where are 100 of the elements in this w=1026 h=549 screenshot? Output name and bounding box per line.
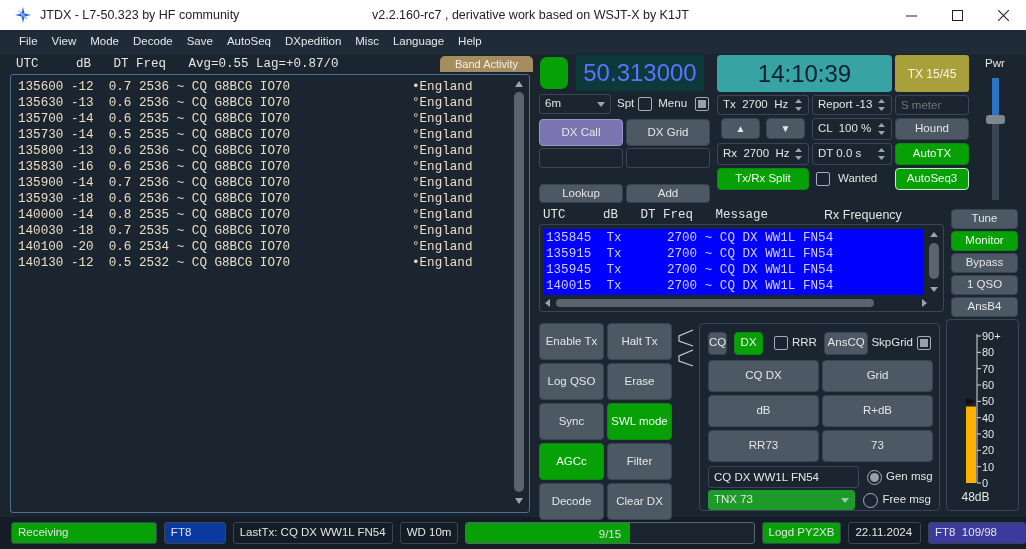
dx-button[interactable]: DX Call [539, 119, 623, 146]
message-button[interactable]: 73 [822, 430, 933, 462]
checkbox[interactable]: Spt [617, 95, 653, 113]
message-row[interactable]: 135915 Tx 2700 ~ CQ DX WW1L FN54 [546, 246, 924, 262]
country-name: °England [412, 239, 473, 255]
s-meter-field[interactable]: S meter [895, 95, 969, 115]
auto-seq-button[interactable]: AutoSeq3 [895, 168, 969, 190]
dx-button[interactable]: DX Grid [626, 119, 710, 146]
message-row[interactable]: 135945 Tx 2700 ~ CQ DX WW1L FN54 [546, 262, 924, 278]
button[interactable]: Add [626, 184, 710, 203]
button[interactable]: AGCc [539, 443, 604, 480]
skip-grid-checkbox[interactable]: SkpGrid [871, 334, 931, 352]
decode-message[interactable]: 140100 -20 0.6 2534 ~ CQ G8BCG IO70 [18, 239, 412, 255]
message-button[interactable]: Grid [822, 360, 933, 392]
decode-message[interactable]: 135730 -14 0.5 2535 ~ CQ G8BCG IO70 [18, 127, 412, 143]
menu-item[interactable]: File [12, 33, 45, 51]
button[interactable]: Enable Tx [539, 323, 604, 360]
tx-frequency-spinbox[interactable]: Tx 2700 Hz [717, 95, 809, 115]
decode-message[interactable]: 140000 -14 0.8 2535 ~ CQ G8BCG IO70 [18, 207, 412, 223]
button[interactable]: Log QSO [539, 363, 604, 400]
button[interactable]: Decode [539, 483, 604, 520]
button[interactable]: Clear DX [607, 483, 672, 520]
maximize-icon[interactable] [951, 9, 963, 21]
decode-message[interactable]: 140030 -18 0.7 2535 ~ CQ G8BCG IO70 [18, 223, 412, 239]
button[interactable]: Monitor [951, 231, 1018, 251]
message-field[interactable]: CQ DX WW1L FN54 [708, 466, 859, 488]
menu-item[interactable]: Mode [83, 33, 127, 51]
button[interactable]: Tune [951, 209, 1018, 229]
message-button[interactable]: CQ DX [708, 360, 819, 392]
button[interactable]: Erase [607, 363, 672, 400]
rx-frequency-spinbox[interactable]: Rx 2700 Hz [717, 143, 809, 165]
radio-button[interactable]: Gen msg [867, 468, 933, 486]
slider-thumb[interactable] [985, 115, 1005, 125]
button[interactable]: AnsB4 [951, 297, 1018, 317]
decode-message[interactable]: 135630 -13 0.6 2536 ~ CQ G8BCG IO70 [18, 95, 412, 111]
menu-item[interactable]: DXpedition [278, 33, 349, 51]
input-field[interactable] [626, 148, 710, 168]
decode-message[interactable]: 135800 -13 0.6 2536 ~ CQ G8BCG IO70 [18, 143, 412, 159]
decode-message[interactable]: 135600 -12 0.7 2536 ~ CQ G8BCG IO70 [18, 79, 412, 95]
spin-arrows-icon [877, 146, 886, 162]
progress-text: 9/15 [598, 527, 622, 542]
cl-spinbox[interactable]: CL 100 % [812, 118, 892, 140]
band-dropdown[interactable]: 6m [539, 94, 611, 114]
button[interactable]: Halt Tx [607, 323, 672, 360]
input-field[interactable] [539, 148, 623, 168]
hound-button[interactable]: Hound [895, 118, 969, 140]
scale-label: 0 [982, 477, 989, 488]
arrow-button[interactable]: ▼ [766, 118, 805, 139]
decode-message[interactable]: 135900 -14 0.7 2536 ~ CQ G8BCG IO70 [18, 175, 412, 191]
button[interactable]: 1 QSO [951, 275, 1018, 295]
button[interactable]: Bypass [951, 253, 1018, 273]
column-headers: UTC dB DT Freq Message [543, 206, 769, 224]
close-icon[interactable] [997, 9, 1009, 21]
app-star-icon [14, 6, 32, 24]
country-name: °England [412, 143, 473, 159]
horizontal-scrollbar[interactable] [544, 297, 928, 309]
wanted-checkbox[interactable]: Wanted [812, 168, 892, 190]
menu-item[interactable]: AutoSeq [219, 33, 278, 51]
message-button[interactable]: dB [708, 395, 819, 427]
arrow-button[interactable]: ▲ [721, 118, 760, 139]
radio-button[interactable]: Free msg [863, 491, 931, 509]
button[interactable]: Filter [607, 443, 672, 480]
country-name: °England [412, 111, 473, 127]
menu-item[interactable]: Help [451, 33, 489, 51]
auto-tx-button[interactable]: AutoTX [895, 143, 969, 165]
message-row[interactable]: 135845 Tx 2700 ~ CQ DX WW1L FN54 [546, 230, 924, 246]
caret-icon [597, 101, 605, 107]
button[interactable]: Lookup [539, 184, 623, 203]
country-name: °England [412, 223, 473, 239]
decode-message[interactable]: 135930 -18 0.6 2536 ~ CQ G8BCG IO70 [18, 191, 412, 207]
tab-icon[interactable] [678, 329, 694, 347]
decode-message[interactable]: 135700 -14 0.6 2535 ~ CQ G8BCG IO70 [18, 111, 412, 127]
scale-label: 90+ [982, 330, 1001, 342]
decode-message[interactable]: 140130 -12 0.5 2532 ~ CQ G8BCG IO70 [18, 255, 412, 271]
country-name: °England [412, 175, 473, 191]
menu-item[interactable]: Language [385, 33, 452, 51]
menu-item[interactable]: Save [179, 33, 220, 51]
tab[interactable]: DX [734, 331, 763, 355]
menu-item[interactable]: Decode [126, 33, 180, 51]
mode-indicator: FT8 [163, 522, 226, 544]
message-row[interactable]: 140015 Tx 2700 ~ CQ DX WW1L FN54 [546, 278, 924, 294]
country-name: °England [412, 127, 473, 143]
ans-cq-button[interactable]: AnsCQ [823, 331, 869, 355]
tab-icon[interactable] [678, 349, 694, 367]
decode-message[interactable]: 135830 -16 0.6 2536 ~ CQ G8BCG IO70 [18, 159, 412, 175]
split-button[interactable]: Tx/Rx Split [717, 168, 809, 190]
mode-count-indicator: FT8 109/98 [928, 522, 1026, 544]
report-spinbox[interactable]: Report -13 [812, 95, 892, 115]
checkbox[interactable]: Menu [658, 95, 710, 113]
caret-icon [841, 497, 850, 503]
button[interactable]: Sync [539, 403, 604, 440]
tab[interactable]: CQ [708, 331, 728, 355]
rrr-checkbox[interactable]: RRR [773, 334, 817, 352]
menu-item[interactable]: View [44, 33, 84, 51]
message-button[interactable]: R+dB [822, 395, 933, 427]
message-button[interactable]: RR73 [708, 430, 819, 462]
slider-fill [991, 78, 999, 116]
menu-item[interactable]: Misc [348, 33, 386, 51]
button[interactable]: SWL mode [607, 403, 672, 440]
dt-spinbox[interactable]: DT 0.0 s [812, 143, 892, 165]
